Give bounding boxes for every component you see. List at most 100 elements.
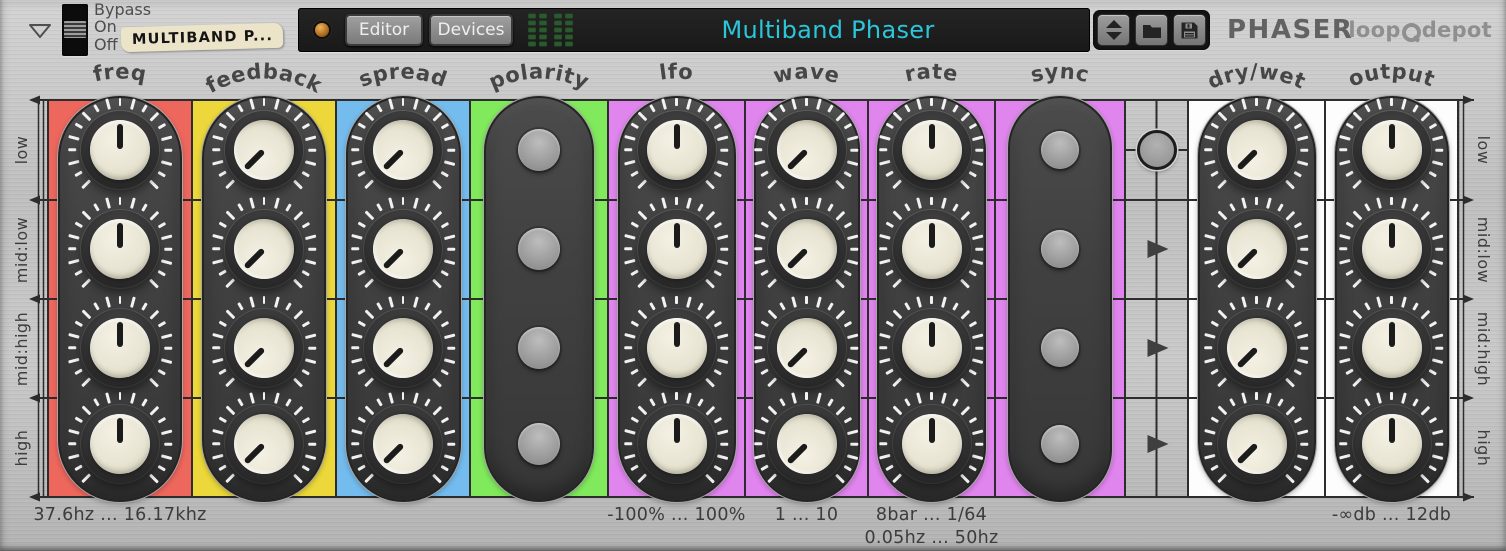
polarity-button-mid-high[interactable] [518, 327, 560, 369]
polarity-button-mid-low[interactable] [518, 228, 560, 270]
knob-tick [754, 134, 766, 141]
knob-cap[interactable] [646, 414, 707, 474]
knob-tick [760, 368, 770, 376]
knob-tick [892, 309, 903, 319]
knob-tick [637, 179, 648, 189]
knob-tick [74, 368, 83, 376]
knob-tick [1293, 416, 1303, 424]
rate-knob-high[interactable] [874, 386, 990, 502]
knob-tick [140, 203, 148, 212]
knob-tick [1210, 269, 1220, 277]
knob-tick [767, 111, 778, 121]
knob-tick [843, 368, 853, 376]
knob-cap[interactable] [646, 120, 707, 180]
polarity-button-high[interactable] [518, 423, 560, 465]
knob-tick [118, 98, 122, 106]
wave-knob-high[interactable] [749, 386, 865, 502]
knob-tick [81, 405, 91, 415]
knob-tick [1241, 391, 1247, 404]
drywet-knob-high[interactable] [1199, 386, 1315, 502]
feedback-knob-high[interactable] [206, 386, 322, 502]
knob-cap[interactable] [1361, 414, 1422, 474]
knob-tick [916, 97, 922, 110]
knob-tick [375, 398, 383, 407]
knob-tick [1293, 320, 1303, 328]
knob-tick [218, 368, 227, 376]
knob-tick [630, 221, 640, 229]
knob-tick [364, 405, 374, 415]
knob-tick [67, 159, 80, 166]
sync-button-mid-high[interactable] [1041, 329, 1079, 367]
knob-pointer [785, 247, 808, 270]
knob-tick [847, 258, 859, 265]
knob-tick [624, 428, 636, 435]
knob-tick [67, 233, 80, 240]
knob-tick [401, 197, 405, 205]
link-knob-low[interactable] [1136, 130, 1177, 170]
knob-tick [1432, 134, 1444, 141]
knob-tick [74, 269, 83, 277]
knob-pointer [382, 247, 405, 270]
knob-tick [624, 247, 633, 251]
knob-tick [1204, 453, 1216, 460]
knob-tick [1352, 111, 1363, 121]
knob-tick [211, 453, 224, 460]
knob-pointer [1235, 346, 1258, 369]
knob-tick [350, 258, 363, 265]
knob-tick [779, 104, 786, 113]
knob-tick [697, 203, 704, 212]
knob-tick [81, 473, 91, 483]
sync-button-mid-low[interactable] [1041, 230, 1079, 268]
knob-tick [387, 295, 394, 308]
knob-tick [357, 170, 366, 178]
knob-tick [129, 196, 136, 209]
knob-tick [904, 104, 911, 113]
knob-tick [68, 442, 76, 446]
knob-tick [218, 170, 227, 178]
knob-cap[interactable] [901, 120, 962, 180]
knob-tick [1217, 111, 1228, 121]
knob-tick [81, 179, 91, 189]
polarity-button-low[interactable] [518, 129, 560, 171]
knob-cap[interactable] [90, 219, 150, 279]
knob-tick [248, 196, 255, 209]
knob-cap[interactable] [901, 219, 962, 279]
knob-cap[interactable] [901, 318, 962, 378]
knob-cap[interactable] [1361, 318, 1422, 378]
knob-tick [637, 111, 648, 121]
lfo-knob-high[interactable] [619, 386, 735, 502]
output-knob-high[interactable] [1334, 386, 1450, 502]
knob-pointer [673, 124, 680, 149]
knob-tick [1420, 179, 1431, 189]
sync-button-low[interactable] [1041, 131, 1079, 169]
knob-cap[interactable] [90, 414, 150, 474]
knob-tick [149, 278, 159, 288]
knob-cap[interactable] [90, 318, 150, 378]
knob-cap[interactable] [90, 120, 150, 180]
knob-tick [1390, 296, 1393, 304]
spread-knob-high[interactable] [345, 386, 461, 502]
knob-tick [1255, 98, 1258, 106]
knob-cap[interactable] [646, 318, 707, 378]
knob-tick [885, 122, 895, 130]
knob-tick [649, 302, 656, 311]
knob-cap[interactable] [1361, 219, 1422, 279]
knob-pointer [928, 223, 935, 248]
knob-tick [1376, 196, 1382, 209]
knob-tick [157, 170, 166, 178]
knob-tick [649, 398, 656, 407]
knob-tick [301, 320, 310, 328]
knob-cap[interactable] [1361, 120, 1422, 180]
sync-button-high[interactable] [1041, 425, 1079, 463]
knob-cap[interactable] [646, 219, 707, 279]
knob-tick [1428, 269, 1438, 277]
knob-tick [661, 97, 667, 110]
knob-tick [301, 221, 310, 229]
knob-tick [284, 302, 292, 311]
knob-tick [301, 464, 310, 472]
knob-tick [975, 247, 984, 251]
knob-tick [686, 97, 692, 110]
freq-knob-high[interactable] [62, 386, 178, 502]
knob-tick [160, 357, 173, 364]
knob-cap[interactable] [901, 414, 962, 474]
